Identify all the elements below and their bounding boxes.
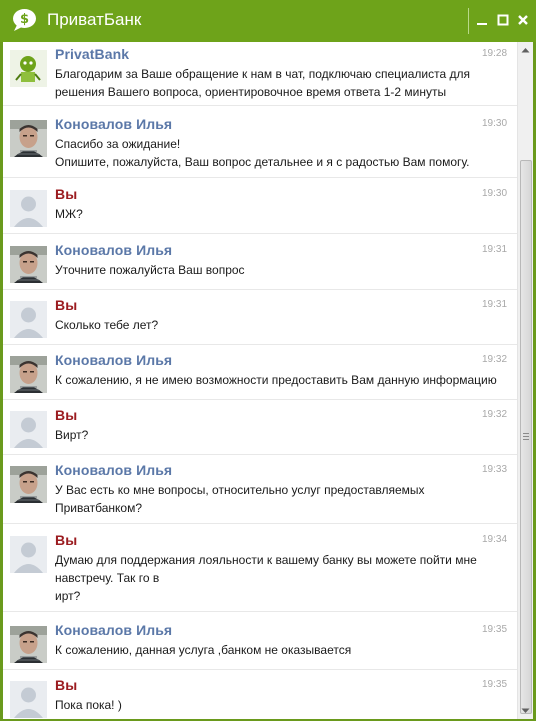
message-text: Благодарим за Ваше обращение к нам в чат… — [55, 67, 471, 99]
message-text: К сожалению, я не имею возможности предо… — [55, 373, 497, 387]
message-divider — [3, 177, 517, 178]
message-list: PrivatBank 19:28 Благодарим за Ваше обраще… — [3, 42, 517, 719]
chat-message: Коновалов Илья 19:35 К сожалению, данная у… — [3, 622, 517, 670]
minimize-icon — [477, 23, 487, 25]
close-button[interactable] — [515, 11, 531, 29]
scrollbar[interactable] — [517, 42, 533, 719]
privatbank-logo-icon: $ — [11, 8, 38, 32]
message-time: 19:35 — [482, 679, 508, 690]
message-divider — [3, 454, 517, 455]
svg-text:$: $ — [20, 12, 29, 27]
maximize-button[interactable] — [495, 11, 511, 29]
message-sender: Вы — [55, 186, 78, 202]
message-time: 19:33 — [482, 464, 508, 475]
message-divider — [3, 105, 517, 106]
minimize-button[interactable] — [474, 11, 490, 29]
default-user-avatar-icon — [10, 190, 47, 227]
agent-photo-avatar-icon — [10, 120, 47, 157]
agent-photo-avatar-icon — [10, 626, 47, 663]
message-time: 19:32 — [482, 354, 508, 365]
maximize-icon — [497, 14, 509, 26]
message-sender: Коновалов Илья — [55, 622, 173, 638]
default-user-avatar-icon — [10, 411, 47, 448]
agent-photo-avatar-icon — [10, 246, 47, 283]
message-sender: Вы — [55, 297, 78, 313]
message-sender: Вы — [55, 677, 78, 693]
message-sender: Коновалов Илья — [55, 352, 173, 368]
message-divider — [3, 344, 517, 345]
message-sender: Вы — [55, 407, 78, 423]
message-text: У Вас есть ко мне вопросы, относительно … — [55, 483, 425, 515]
chat-message: Коновалов Илья 19:31 Уточните пожалуйста В… — [3, 242, 517, 290]
chat-message: Вы 19:30 МЖ? — [3, 186, 517, 234]
message-text: Вирт? — [55, 428, 89, 442]
message-time: 19:31 — [482, 299, 508, 310]
chat-message: Вы 19:31 Сколько тебе лет? — [3, 297, 517, 345]
message-divider — [3, 399, 517, 400]
window-title: ПриватБанк — [47, 10, 142, 29]
message-sender: Коновалов Илья — [55, 242, 173, 258]
chat-message: Вы 19:34 Думаю для поддержания лояльности … — [3, 532, 517, 612]
message-time: 19:28 — [482, 48, 508, 59]
chat-message: Вы 19:32 Вирт? — [3, 407, 517, 455]
message-text: Спасибо за ожидание! Опишите, пожалуйста… — [55, 137, 470, 169]
message-text: Пока пока! ) — [55, 698, 122, 712]
message-text: К сожалению, данная услуга ,банком не ок… — [55, 643, 352, 657]
chat-history[interactable]: PrivatBank 19:28 Благодарим за Ваше обраще… — [3, 42, 533, 719]
message-text: МЖ? — [55, 207, 83, 221]
message-text: Сколько тебе лет? — [55, 318, 159, 332]
chat-message: PrivatBank 19:28 Благодарим за Ваше обраще… — [3, 46, 517, 106]
chat-message: Вы 19:35 Пока пока! ) — [3, 677, 517, 719]
message-text: Думаю для поддержания лояльности к вашем… — [55, 553, 477, 603]
default-user-avatar-icon — [10, 536, 47, 573]
close-icon — [518, 15, 528, 25]
scroll-down-arrow-icon[interactable] — [518, 703, 533, 719]
message-time: 19:34 — [482, 534, 508, 545]
default-user-avatar-icon — [10, 301, 47, 338]
message-time: 19:30 — [482, 118, 508, 129]
default-user-avatar-icon — [10, 681, 47, 718]
scroll-up-arrow-icon[interactable] — [518, 42, 533, 58]
message-time: 19:30 — [482, 188, 508, 199]
agent-photo-avatar-icon — [10, 356, 47, 393]
title-bar: $ ПриватБанк — [0, 0, 536, 42]
agent-photo-avatar-icon — [10, 466, 47, 503]
message-time: 19:32 — [482, 409, 508, 420]
message-divider — [3, 233, 517, 234]
chat-message: Коновалов Илья 19:33 У Вас есть ко мне воп… — [3, 462, 517, 524]
message-sender: Вы — [55, 532, 78, 548]
message-divider — [3, 611, 517, 612]
chat-message: Коновалов Илья 19:30 Спасибо за ожидание! … — [3, 116, 517, 178]
privatbank-logo-avatar-icon — [10, 50, 47, 87]
chat-window: $ ПриватБанк PrivatBank 19:28 Благодарим з… — [0, 0, 536, 721]
message-sender: PrivatBank — [55, 46, 130, 62]
scrollbar-grip-icon — [523, 433, 529, 440]
message-divider — [3, 523, 517, 524]
message-sender: Коновалов Илья — [55, 116, 173, 132]
scrollbar-thumb[interactable] — [520, 160, 532, 714]
message-divider — [3, 669, 517, 670]
message-divider — [3, 289, 517, 290]
message-time: 19:35 — [482, 624, 508, 635]
title-divider — [468, 8, 469, 34]
message-time: 19:31 — [482, 244, 508, 255]
message-text: Уточните пожалуйста Ваш вопрос — [55, 263, 245, 277]
message-sender: Коновалов Илья — [55, 462, 173, 478]
chat-message: Коновалов Илья 19:32 К сожалению, я не име… — [3, 352, 517, 400]
